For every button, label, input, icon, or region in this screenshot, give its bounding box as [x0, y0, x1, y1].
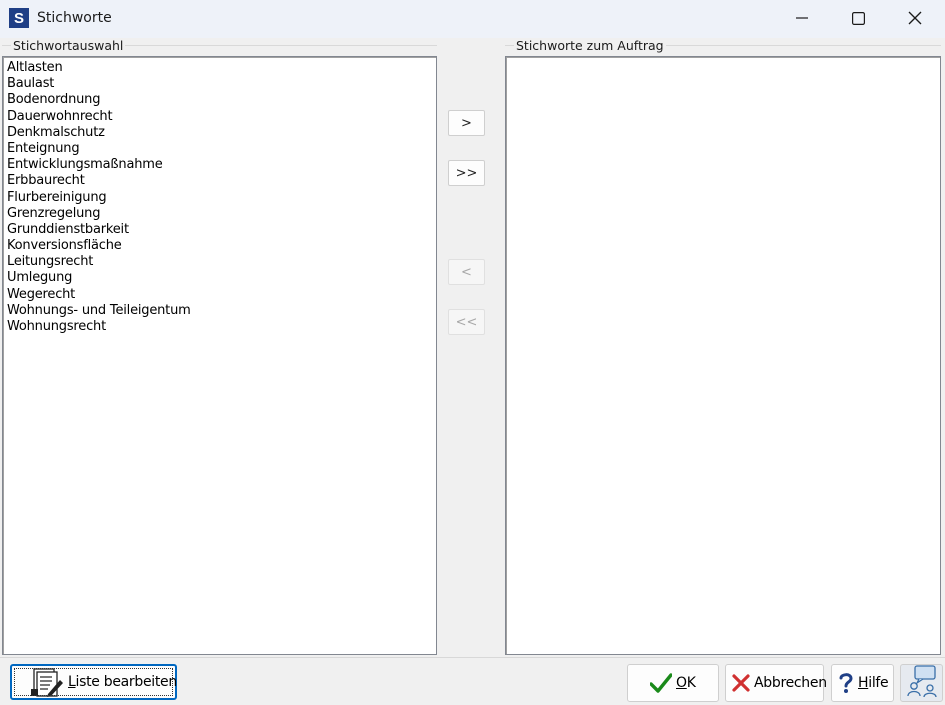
hilfe-mnemonic: H: [858, 675, 869, 691]
title-bar: S Stichworte: [0, 0, 945, 38]
list-item[interactable]: Entwicklungsmaßnahme: [3, 157, 436, 173]
list-item[interactable]: Grunddienstbarkeit: [3, 222, 436, 238]
ok-button[interactable]: OK: [627, 664, 719, 702]
question-icon: [838, 672, 854, 694]
list-item[interactable]: Altlasten: [3, 60, 436, 76]
list-item[interactable]: Leitungsrecht: [3, 254, 436, 270]
list-item[interactable]: Erbbaurecht: [3, 173, 436, 189]
list-item[interactable]: Dauerwohnrecht: [3, 109, 436, 125]
maximize-icon: [851, 11, 865, 25]
remove-selected-button[interactable]: <: [448, 259, 485, 285]
minimize-icon: [796, 17, 808, 19]
ok-label-rest: K: [686, 675, 696, 691]
ok-label: OK: [676, 675, 696, 691]
hilfe-label: Hilfe: [858, 675, 889, 691]
right-group-label: Stichworte zum Auftrag: [514, 38, 666, 53]
liste-bearbeiten-button[interactable]: Liste bearbeiten: [10, 664, 177, 700]
list-item[interactable]: Denkmalschutz: [3, 125, 436, 141]
hilfe-label-rest: ilfe: [868, 675, 889, 691]
close-icon: [908, 11, 922, 25]
list-item[interactable]: Bodenordnung: [3, 92, 436, 108]
support-chat-icon: [905, 664, 939, 702]
list-item[interactable]: Umlegung: [3, 270, 436, 286]
bottom-separator: [0, 657, 945, 658]
window-title: Stichworte: [37, 10, 112, 26]
list-item[interactable]: Grenzregelung: [3, 206, 436, 222]
list-item[interactable]: Wohnungsrecht: [3, 319, 436, 335]
list-item[interactable]: Enteignung: [3, 141, 436, 157]
stichworte-dialog: S Stichworte Stichwortauswahl Altlasten B…: [0, 0, 945, 705]
minimize-button[interactable]: [774, 0, 830, 36]
abbrechen-label: Abbrechen: [754, 675, 827, 691]
stichworte-zum-auftrag-listbox[interactable]: [505, 56, 941, 655]
add-selected-button[interactable]: >: [448, 110, 485, 136]
abbrechen-button[interactable]: Abbrechen: [725, 664, 827, 702]
app-logo-letter: S: [13, 9, 24, 27]
app-logo-icon: S: [9, 8, 29, 28]
maximize-button[interactable]: [830, 0, 886, 36]
list-item[interactable]: Baulast: [3, 76, 436, 92]
stichwortauswahl-listbox[interactable]: Altlasten Baulast Bodenordnung Dauerwohnrec…: [2, 56, 437, 655]
hilfe-button[interactable]: Hilfe: [831, 664, 894, 702]
close-button[interactable]: [887, 0, 943, 36]
remove-all-button[interactable]: <<: [448, 309, 485, 335]
cancel-x-icon: [732, 674, 750, 692]
list-item[interactable]: Wohnungs- und Teileigentum: [3, 303, 436, 319]
ok-mnemonic: O: [676, 675, 687, 691]
focus-rect: [14, 668, 173, 696]
checkmark-icon: [650, 673, 672, 693]
left-group-label: Stichwortauswahl: [11, 38, 126, 53]
list-item[interactable]: Wegerecht: [3, 287, 436, 303]
support-button[interactable]: [900, 664, 943, 702]
list-item[interactable]: Flurbereinigung: [3, 190, 436, 206]
list-item[interactable]: Konversionsfläche: [3, 238, 436, 254]
add-all-button[interactable]: >>: [448, 160, 485, 186]
